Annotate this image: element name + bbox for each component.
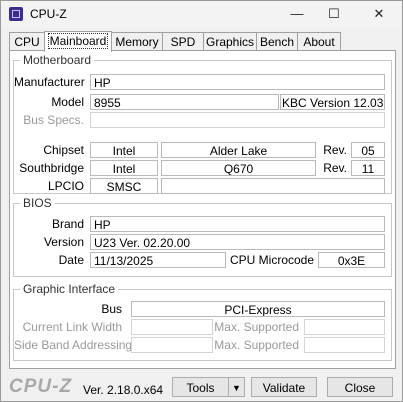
bios-brand-value: HP bbox=[90, 216, 385, 232]
graphic-bus-label: Bus bbox=[101, 302, 122, 316]
tab-cpu[interactable]: CPU bbox=[9, 32, 45, 51]
chipset-name-value: Alder Lake bbox=[161, 142, 316, 158]
model-value: 8955 bbox=[90, 94, 279, 110]
window-title: CPU-Z bbox=[30, 7, 67, 21]
current-link-width-label: Current Link Width bbox=[22, 320, 122, 334]
graphic-interface-group: Graphic Interface Bus PCI-Express Curren… bbox=[13, 282, 392, 361]
manufacturer-label: Manufacturer bbox=[14, 75, 85, 89]
tools-button[interactable]: Tools bbox=[172, 377, 229, 397]
bus-specs-label: Bus Specs. bbox=[23, 113, 84, 127]
southbridge-name-value: Q670 bbox=[161, 160, 316, 176]
southbridge-rev-value: 11 bbox=[351, 160, 385, 176]
bios-brand-label: Brand bbox=[51, 217, 84, 231]
mainboard-panel: Motherboard Manufacturer HP Model 8955 K… bbox=[9, 50, 396, 369]
southbridge-rev-label: Rev. bbox=[323, 161, 347, 175]
tab-about[interactable]: About bbox=[297, 32, 341, 51]
cpuz-app-icon bbox=[9, 7, 23, 21]
maximize-button[interactable]: ☐ bbox=[320, 5, 348, 23]
cpu-microcode-label: CPU Microcode bbox=[230, 253, 315, 267]
tab-mainboard[interactable]: Mainboard bbox=[44, 31, 112, 52]
validate-button[interactable]: Validate bbox=[251, 377, 317, 397]
bios-group-title: BIOS bbox=[20, 196, 55, 210]
graphic-bus-value: PCI-Express bbox=[131, 301, 385, 317]
model-label: Model bbox=[51, 95, 84, 109]
lpcio-vendor-value: SMSC bbox=[90, 178, 158, 194]
side-band-addressing-label: Side Band Addressing bbox=[14, 338, 133, 352]
close-button[interactable]: Close bbox=[327, 377, 393, 397]
graphic-interface-group-title: Graphic Interface bbox=[20, 282, 119, 296]
southbridge-vendor-value: Intel bbox=[90, 160, 158, 176]
current-link-width-value bbox=[131, 319, 213, 335]
sideband-max-supported-label: Max. Supported bbox=[214, 338, 299, 352]
link-max-supported-value bbox=[304, 319, 385, 335]
title-bar: CPU-Z — ☐ ✕ bbox=[1, 1, 402, 28]
link-max-supported-label: Max. Supported bbox=[214, 320, 299, 334]
tools-dropdown-arrow-icon[interactable]: ▼ bbox=[228, 377, 245, 397]
lpcio-label: LPCIO bbox=[47, 179, 84, 193]
chipset-rev-value: 05 bbox=[351, 142, 385, 158]
bios-date-value: 11/13/2025 bbox=[90, 252, 226, 268]
bios-version-value: U23 Ver. 02.20.00 bbox=[90, 234, 385, 250]
version-text: Ver. 2.18.0.x64 bbox=[83, 383, 164, 397]
kbc-version-value: KBC Version 12.03.52 bbox=[280, 94, 385, 110]
motherboard-group: Motherboard Manufacturer HP Model 8955 K… bbox=[13, 53, 392, 194]
lpcio-name-value bbox=[161, 178, 385, 194]
bus-specs-value bbox=[90, 112, 385, 128]
sideband-max-supported-value bbox=[304, 337, 385, 353]
tab-bench[interactable]: Bench bbox=[256, 32, 298, 51]
bios-group: BIOS Brand HP Version U23 Ver. 02.20.00 … bbox=[13, 196, 392, 277]
chipset-rev-label: Rev. bbox=[323, 143, 347, 157]
manufacturer-value: HP bbox=[90, 74, 385, 90]
footer-bar: CPU-Z Ver. 2.18.0.x64 Tools ▼ Validate C… bbox=[1, 373, 402, 401]
cpuz-logo: CPU-Z bbox=[9, 376, 73, 397]
bios-date-label: Date bbox=[58, 253, 84, 267]
minimize-button[interactable]: — bbox=[283, 5, 311, 23]
southbridge-label: Southbridge bbox=[19, 161, 84, 175]
tab-spd[interactable]: SPD bbox=[162, 32, 204, 51]
close-window-button[interactable]: ✕ bbox=[365, 5, 393, 23]
tab-memory[interactable]: Memory bbox=[111, 32, 163, 51]
motherboard-group-title: Motherboard bbox=[20, 53, 95, 67]
chipset-label: Chipset bbox=[43, 143, 84, 157]
cpuz-window: CPU-Z — ☐ ✕ CPU Mainboard Memory SPD Gra… bbox=[0, 0, 403, 402]
cpu-microcode-value: 0x3E bbox=[318, 252, 385, 268]
side-band-addressing-value bbox=[131, 337, 213, 353]
chipset-vendor-value: Intel bbox=[90, 142, 158, 158]
bios-version-label: Version bbox=[43, 235, 84, 249]
tab-mainboard-label: Mainboard bbox=[47, 33, 109, 49]
tab-graphics[interactable]: Graphics bbox=[203, 32, 257, 51]
